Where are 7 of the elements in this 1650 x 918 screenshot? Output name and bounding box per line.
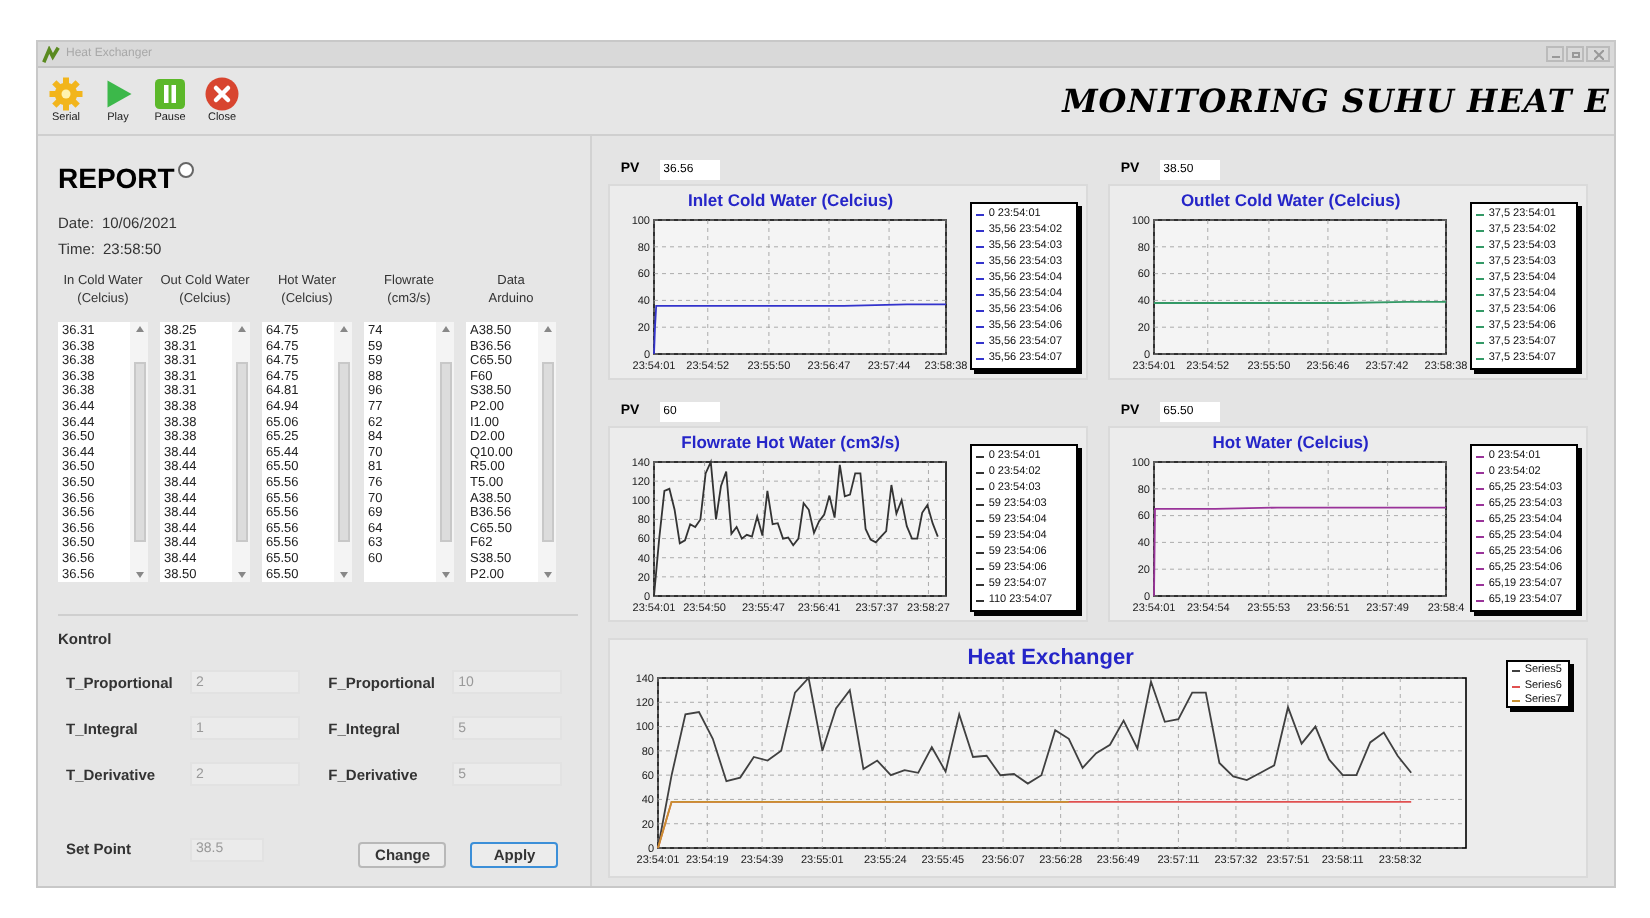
report-title: REPORT [58,160,175,196]
chart-title: Inlet Cold Water (Celcius) [685,188,896,212]
chart-title: Hot Water (Celcius) [1210,430,1371,454]
banner-title: MONITORING SUHU HEAT E [1062,79,1612,123]
chart-title: Flowrate Hot Water (cm3/s) [679,430,902,454]
chart-title: Heat Exchanger [965,644,1136,672]
chart-title: Outlet Cold Water (Celcius) [1178,188,1403,212]
